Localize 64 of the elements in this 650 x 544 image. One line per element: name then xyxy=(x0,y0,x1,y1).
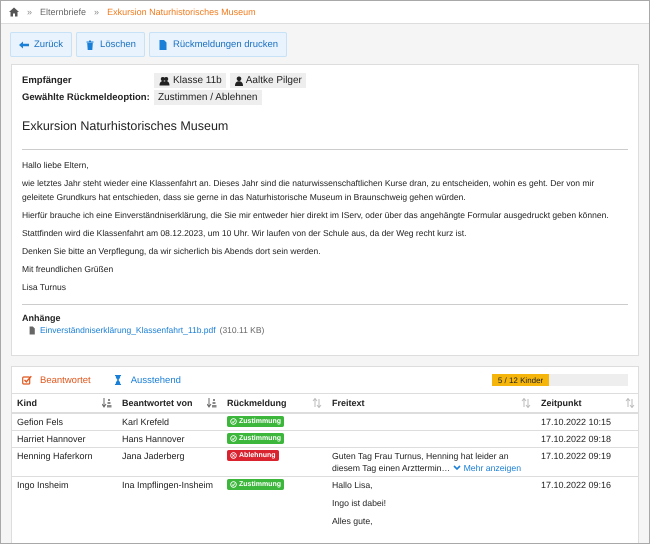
table-cell: Ingo Insheim xyxy=(12,476,117,529)
free-text: Ingo ist dabei! xyxy=(332,497,388,509)
letter-paragraph: Hierfür brauche ich eine Einverständniserklärung, die Sie mir entweder hier direkt im IServ, oder über das angehängte Formular ausgedruckt geben können. xyxy=(22,209,610,222)
breadcrumb-link[interactable]: Exkursion Naturhistorisches Museum xyxy=(107,7,256,17)
delete-button[interactable]: Löschen xyxy=(76,32,145,57)
home-icon xyxy=(9,7,19,17)
free-text: Alles gute, xyxy=(332,515,374,527)
table-cell: 17.10.2022 09:19 xyxy=(536,448,638,476)
status-icon xyxy=(230,481,237,488)
letter-paragraph: Lisa Turnus xyxy=(22,281,67,294)
sort-icon[interactable] xyxy=(102,398,112,408)
free-text: Guten Tag Frau Turnus, Henning hat leider an diesem Tag einen Arzttermin… Mehr anzeigen xyxy=(332,450,522,474)
progress-label: 5 / 12 Kinder xyxy=(498,376,544,384)
free-text: Hallo Lisa, xyxy=(332,479,374,491)
chevron-down-icon xyxy=(452,465,461,471)
file-icon xyxy=(28,326,36,334)
users-icon xyxy=(158,76,171,86)
show-more-link[interactable]: Mehr anzeigen xyxy=(452,462,522,474)
letter-paragraph: Hallo liebe Eltern, xyxy=(22,159,90,172)
table-cell: Ina Impflingen-Insheim xyxy=(117,476,222,529)
column-header[interactable]: Rückmeldung xyxy=(227,398,287,408)
table-cell: 17.10.2022 10:15 xyxy=(536,413,638,430)
table-cell: Harriet Hannover xyxy=(12,430,117,448)
table-cell: Henning Haferkorn xyxy=(12,448,117,476)
recipient-name: Klasse 11b xyxy=(173,75,222,86)
table-cell: Karl Krefeld xyxy=(117,413,222,430)
letter-paragraph: wie letztes Jahr steht wieder eine Klassenfahrt an. Dieses Jahr sind die naturwissenschaftlichen Kurse dran, zu entscheiden, wohin es geht. Der von mir geleitete Grundkurs hat entschieden, dass sie gerne in das Naturhistorische Museum in Braunschweig gehen würden. xyxy=(22,177,596,204)
sort-icon[interactable] xyxy=(207,398,217,408)
filter-tab[interactable]: Beantwortet xyxy=(22,374,91,386)
arrow-left-icon xyxy=(19,40,29,50)
status-icon xyxy=(230,418,237,425)
column-header[interactable]: Beantwortet von xyxy=(122,398,193,408)
table-cell: Jana Jaderberg xyxy=(117,448,222,476)
recipient-name: Aaltke Pilger xyxy=(246,75,302,86)
table-cell: 17.10.2022 09:16 xyxy=(536,476,638,529)
recipients-label: Empfänger xyxy=(22,75,73,86)
option-chip: Zustimmen / Ablehnen xyxy=(154,90,262,105)
table-cell: Hans Hannover xyxy=(117,430,222,448)
column-header[interactable]: Kind xyxy=(17,398,37,408)
trash-icon xyxy=(85,40,96,50)
checkbox-icon xyxy=(22,375,32,385)
attachments-label: Anhänge xyxy=(22,313,62,323)
letter-paragraph: Mit freundlichen Grüßen xyxy=(22,263,114,276)
hourglass-icon xyxy=(112,375,123,385)
letter-paragraph: Stattfinden wird die Klassenfahrt am 08.12.2023, um 10 Uhr. Wir laufen von der Schule aus, da der Weg recht kurz ist. xyxy=(22,227,468,240)
column-header[interactable]: Zeitpunkt xyxy=(541,398,582,408)
print-button[interactable]: Rückmeldungen drucken xyxy=(148,32,288,57)
user-icon xyxy=(234,76,244,86)
letter-paragraph: Denken Sie bitte an Verpflegung, da wir sicherlich bis Abends dort sein werden. xyxy=(22,245,322,258)
column-header[interactable]: Freitext xyxy=(332,398,365,408)
letter-title: Exkursion Naturhistorisches Museum xyxy=(22,119,230,133)
option-label: Gewählte Rückmeldeoption: xyxy=(22,92,151,103)
status-icon xyxy=(230,452,237,459)
table-cell: Gefion Fels xyxy=(12,413,117,430)
breadcrumb-link[interactable]: Elternbriefe xyxy=(40,7,86,17)
document-icon xyxy=(158,40,168,50)
table-cell: 17.10.2022 09:18 xyxy=(536,430,638,448)
breadcrumb-separator: » xyxy=(94,7,100,17)
attachment-link[interactable]: Einverständniserklärung_Klassenfahrt_11b.pdf xyxy=(40,325,216,335)
breadcrumb-separator: » xyxy=(27,7,32,17)
status-icon xyxy=(230,435,237,442)
back-button[interactable]: Zurück xyxy=(10,32,72,57)
file-size: (310.11 KB) xyxy=(220,325,264,335)
filter-tab[interactable]: Ausstehend xyxy=(112,374,181,386)
